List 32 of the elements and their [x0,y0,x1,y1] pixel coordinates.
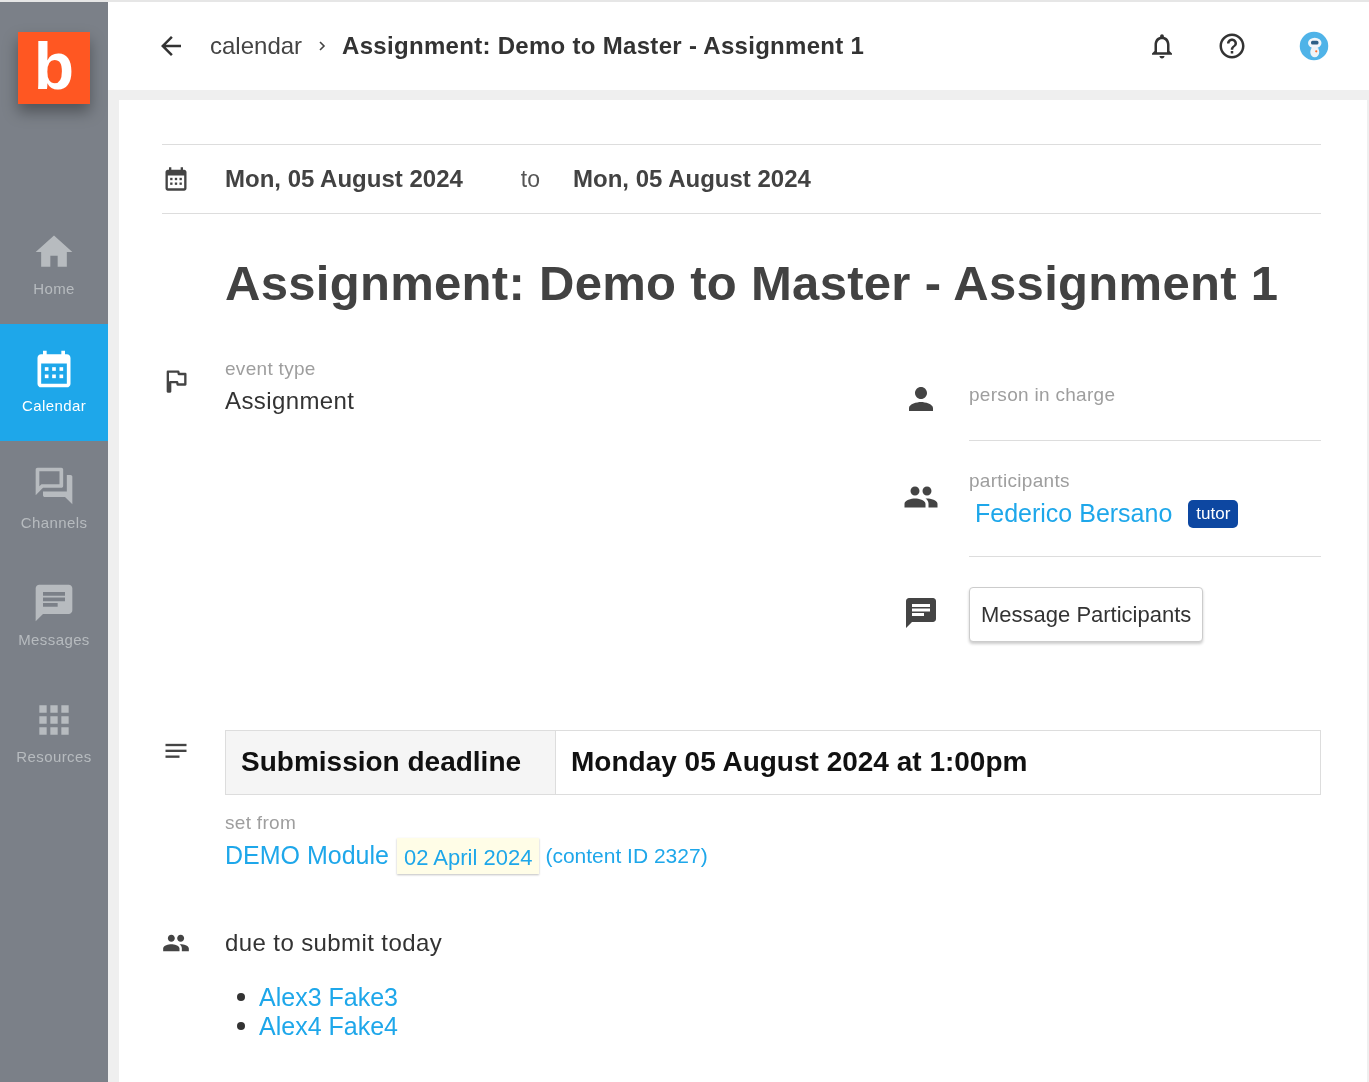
sidebar-item[interactable]: Messages [0,558,108,675]
date-chip: 02 April 2024 [396,838,540,875]
deadline-value: Monday 05 August 2024 at 1:00pm [570,745,1028,780]
end-date: Mon, 05 August 2024 [573,164,811,194]
participant-link[interactable]: Federico Bersano [975,495,1173,533]
field-label: set from [225,810,298,835]
field-label: person in charge [969,383,1116,405]
sidebar-item[interactable]: Resources [0,675,108,792]
breadcrumb-current: Assignment: Demo to Master - Assignment 1 [342,31,865,61]
field-label: participants [969,469,1070,491]
student-link[interactable]: Alex3 Fake3 [259,982,398,1012]
content-id: (content ID 2327) [545,843,708,870]
bullet-icon [237,1022,245,1031]
sidebar-item[interactable]: Home [0,207,108,324]
student-link[interactable]: Alex4 Fake4 [259,1011,398,1041]
logo[interactable]: b [18,32,90,104]
event-title: Assignment: Demo to Master - Assignment 1 [225,255,1280,312]
avatar-icon[interactable] [1299,31,1329,61]
message-participants-button[interactable]: Message Participants [969,586,1204,642]
date-separator: to [520,164,541,194]
start-date: Mon, 05 August 2024 [225,164,463,194]
breadcrumb-link[interactable]: calendar [210,28,303,64]
bullet-icon [237,993,245,1002]
help-icon[interactable] [1217,31,1247,61]
due-label: due to submit today [225,927,443,958]
role-tag: tutor [1188,500,1239,528]
deadline-label: Submission deadline [226,730,556,794]
event-type-value: Assignment [225,386,355,417]
sidebar-item[interactable]: Calendar [0,324,108,441]
sidebar-item[interactable]: Channels [0,441,108,558]
module-link[interactable]: DEMO Module [225,837,389,875]
field-label: event type [225,356,317,381]
